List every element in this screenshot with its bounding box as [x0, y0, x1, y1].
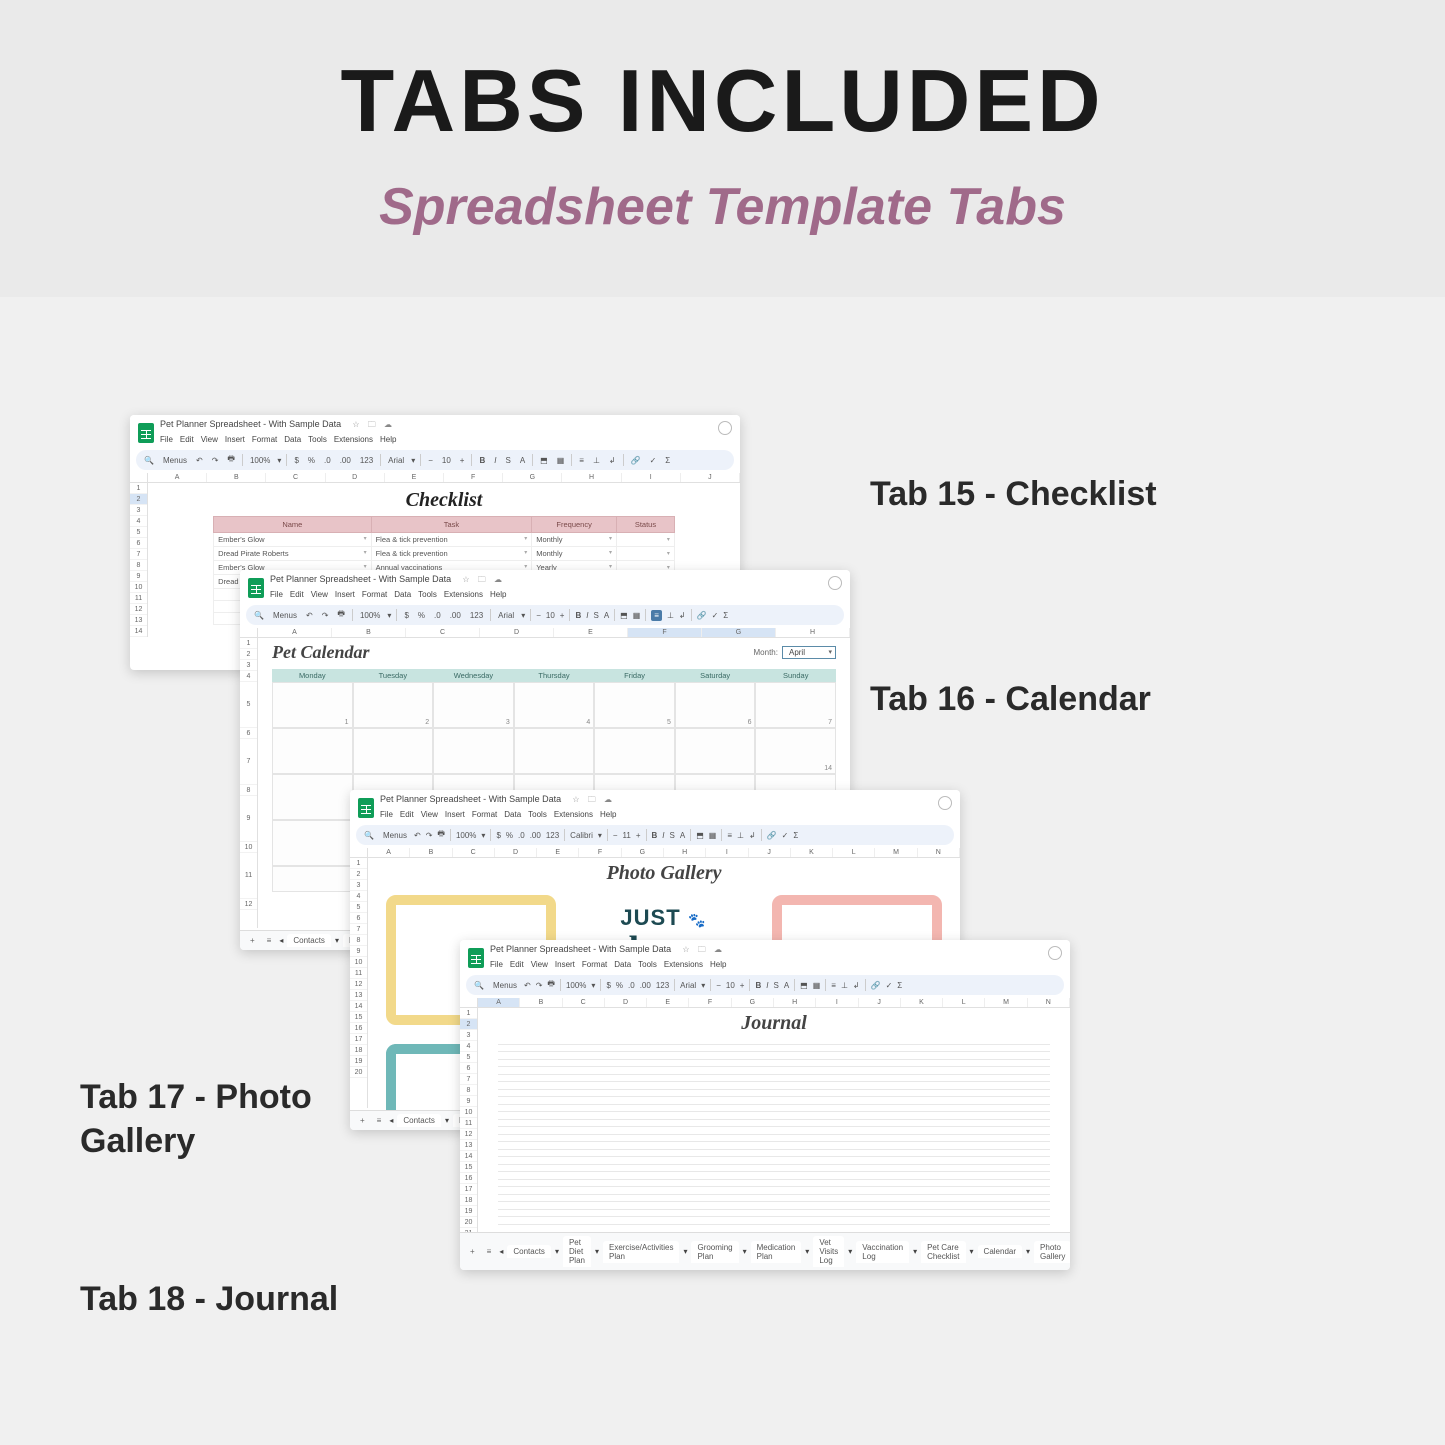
label-tab-18: Tab 18 - Journal — [80, 1280, 338, 1319]
toolbar[interactable]: 🔍Menus ↶↷🖶 100%▾ $%.0.00123 Arial▾ −10+ … — [466, 975, 1064, 995]
toolbar[interactable]: 🔍Menus ↶↷🖶 100%▾ $%.0.00123 Calibri▾ −11… — [356, 825, 954, 845]
label-tab-17: Tab 17 - Photo Gallery — [80, 1075, 380, 1163]
menubar[interactable]: FileEditViewInsertFormatDataToolsExtensi… — [160, 433, 411, 447]
titlebar: Pet Planner Spreadsheet - With Sample Da… — [130, 415, 740, 447]
sheets-icon — [138, 423, 154, 443]
menubar[interactable]: FileEditViewInsertFormatDataToolsExtensi… — [270, 588, 521, 602]
journal-lines[interactable] — [498, 1037, 1050, 1225]
header-band: TABS INCLUDED Spreadsheet Template Tabs — [0, 0, 1445, 297]
column-headers: ABCDEFGHIJKLMN — [350, 848, 960, 858]
collab-icon — [828, 576, 842, 590]
label-tab-15: Tab 15 - Checklist — [870, 475, 1157, 514]
month-label: Month: — [754, 648, 778, 657]
row-numbers: 1234567891011121314151617181920 — [350, 858, 368, 1108]
column-headers: ABCDEFGHIJ — [130, 473, 740, 483]
collab-icon — [718, 421, 732, 435]
subtitle: Spreadsheet Template Tabs — [0, 177, 1445, 237]
titlebar: Pet Planner Spreadsheet - With Sample Da… — [240, 570, 850, 602]
month-select[interactable]: April — [782, 646, 836, 659]
column-headers: ABCDEFGHIJKLMN — [460, 998, 1070, 1008]
main-title: TABS INCLUDED — [0, 50, 1445, 152]
tabs-menu-icon[interactable]: ≡ — [263, 936, 276, 945]
sheets-icon — [358, 798, 374, 818]
checklist-title: Checklist — [148, 483, 740, 516]
sheet-tabs[interactable]: +≡◂ Contacts▾ Pet Diet Plan▾ Exercise/Ac… — [460, 1232, 1070, 1270]
search-icon[interactable]: 🔍 — [142, 456, 156, 465]
collab-icon — [938, 796, 952, 810]
calendar-day-headers: MondayTuesdayWednesdayThursdayFridaySatu… — [272, 669, 836, 682]
menubar[interactable]: FileEditViewInsertFormatDataToolsExtensi… — [380, 808, 631, 822]
label-tab-16: Tab 16 - Calendar — [870, 680, 1151, 719]
row-numbers: 123456789101112 — [240, 638, 258, 928]
menubar[interactable]: FileEditViewInsertFormatDataToolsExtensi… — [490, 958, 741, 972]
collab-icon — [1048, 946, 1062, 960]
spreadsheet-journal: Pet Planner Spreadsheet - With Sample Da… — [460, 940, 1070, 1270]
add-tab-icon[interactable]: + — [246, 936, 259, 945]
row-numbers: 1234567891011121314151617181920212223242… — [460, 1008, 478, 1248]
toolbar[interactable]: 🔍Menus ↶↷🖶 100%▾ $%.0.00123 Arial▾ −10+ … — [246, 605, 844, 625]
doc-title: Pet Planner Spreadsheet - With Sample Da… — [160, 419, 411, 433]
toolbar[interactable]: 🔍 Menus ↶↷🖶 100%▾ $%.0.00123 Arial▾ −10+… — [136, 450, 734, 470]
journal-title: Journal — [478, 1008, 1070, 1037]
column-headers: ABCDEFGH — [240, 628, 850, 638]
calendar-title: Pet Calendar — [272, 642, 370, 663]
gallery-title: Photo Gallery — [368, 858, 960, 889]
sheets-icon — [468, 948, 484, 968]
sheets-icon — [248, 578, 264, 598]
row-numbers: 1234567891011121314 — [130, 483, 148, 637]
